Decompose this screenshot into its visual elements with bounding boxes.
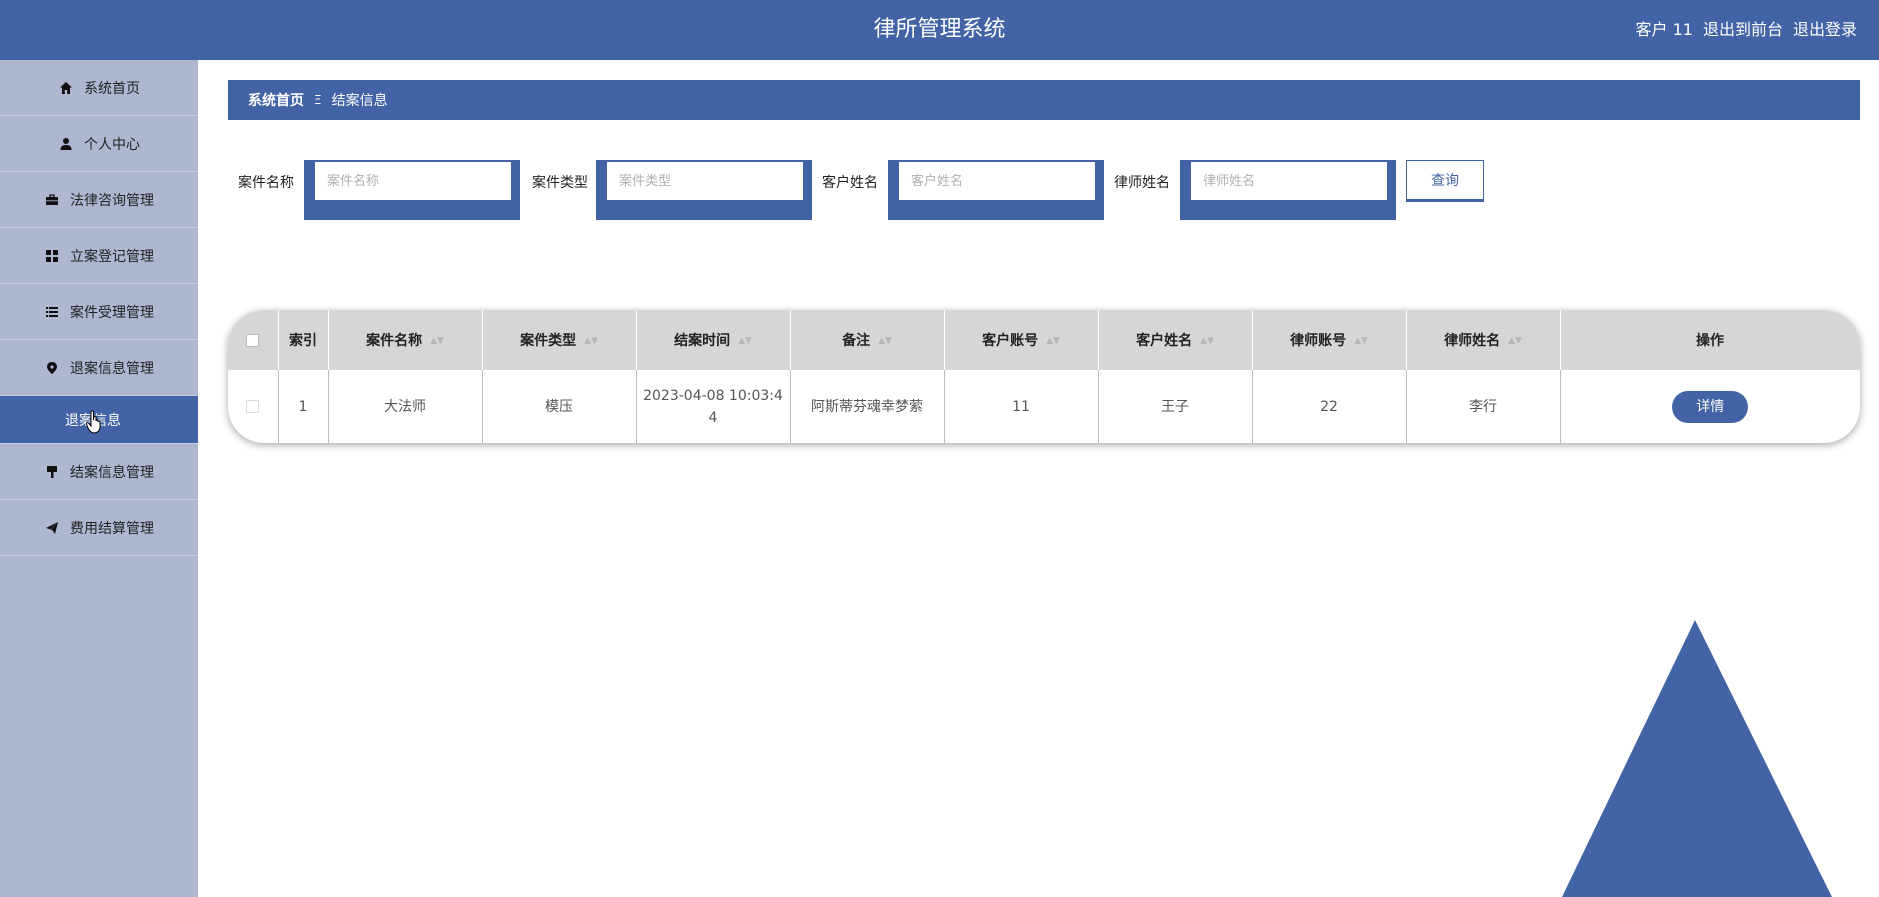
query-button[interactable]: 查询 [1406, 160, 1484, 202]
breadcrumb-separator: Ξ [314, 93, 322, 107]
logout-link[interactable]: 退出登录 [1793, 0, 1857, 60]
briefcase-icon [44, 192, 60, 208]
column-header-case-type[interactable]: 案件类型 ▲▼ [482, 310, 637, 370]
column-header-label: 律师账号 [1290, 333, 1347, 349]
sidebar-item-label: 费用结算管理 [70, 520, 154, 537]
column-header-client-name[interactable]: 客户姓名 ▲▼ [1098, 310, 1253, 370]
column-header-actions: 操作 [1560, 310, 1860, 370]
sidebar-item-legal-consult[interactable]: 法律咨询管理 [0, 172, 198, 228]
table-row: 1 大法师 模压 2023-04-08 10:03:44 阿斯蒂芬魂幸梦萦 11… [228, 370, 1860, 443]
sidebar-item-label: 退案信息管理 [70, 360, 154, 377]
sort-icon: ▲▼ [1046, 336, 1060, 346]
detail-button[interactable]: 详情 [1672, 390, 1749, 423]
search-label-lawyer-name: 律师姓名 [1114, 175, 1170, 191]
cell-lawyer-name: 李行 [1406, 370, 1561, 443]
sidebar-item-fee-settlement[interactable]: 费用结算管理 [0, 500, 198, 556]
sort-icon: ▲▼ [584, 336, 598, 346]
column-header-label: 结案时间 [674, 333, 731, 349]
sidebar-item-withdraw-manage[interactable]: 退案信息管理 [0, 340, 198, 396]
column-header-lawyer-account[interactable]: 律师账号 ▲▼ [1252, 310, 1407, 370]
column-header-remark[interactable]: 备注 ▲▼ [790, 310, 945, 370]
sort-icon: ▲▼ [738, 336, 752, 346]
case-name-input[interactable] [315, 162, 511, 200]
sort-icon: ▲▼ [878, 336, 892, 346]
row-checkbox[interactable] [246, 400, 260, 413]
top-bar: 律所管理系统 客户 11 退出到前台 退出登录 [0, 0, 1879, 60]
sidebar: 系统首页 个人中心 法律咨询管理 立案登记管理 案件受理管理 退案信息管理 退案… [0, 60, 198, 897]
search-label-client-name: 客户姓名 [822, 175, 878, 191]
cell-case-name: 大法师 [328, 370, 483, 443]
search-box [596, 160, 812, 220]
column-header-case-name[interactable]: 案件名称 ▲▼ [328, 310, 483, 370]
data-table: 索引 案件名称 ▲▼ 案件类型 ▲▼ 结案时间 ▲▼ 备注 ▲▼ 客户账号 ▲▼ 客户姓名… [228, 310, 1860, 443]
column-header-client-account[interactable]: 客户账号 ▲▼ [944, 310, 1099, 370]
go-front-link[interactable]: 退出到前台 [1703, 0, 1783, 60]
search-box [304, 160, 520, 220]
sidebar-item-registration[interactable]: 立案登记管理 [0, 228, 198, 284]
cell-case-type: 模压 [482, 370, 637, 443]
app-title: 律所管理系统 [873, 17, 1006, 42]
current-user-label: 客户 11 [1635, 20, 1693, 39]
sidebar-item-home[interactable]: 系统首页 [0, 60, 198, 116]
column-header-label: 案件名称 [366, 333, 423, 349]
breadcrumb-current: 结案信息 [331, 93, 388, 109]
cell-client-account: 11 [944, 370, 1099, 443]
top-bar-actions: 客户 11 退出到前台 退出登录 [1636, 0, 1857, 60]
sidebar-item-personal-center[interactable]: 个人中心 [0, 116, 198, 172]
row-select-cell [228, 370, 279, 443]
sidebar-item-label: 法律咨询管理 [70, 192, 154, 209]
grid-icon [44, 248, 60, 264]
sort-icon: ▲▼ [1200, 336, 1214, 346]
column-header-index: 索引 [278, 310, 329, 370]
cell-close-time: 2023-04-08 10:03:44 [636, 370, 791, 443]
cell-actions: 详情 [1560, 370, 1860, 443]
decorative-triangle [1562, 620, 1832, 897]
sort-icon: ▲▼ [1508, 336, 1522, 346]
table-header-row: 索引 案件名称 ▲▼ 案件类型 ▲▼ 结案时间 ▲▼ 备注 ▲▼ 客户账号 ▲▼ 客户姓名… [228, 310, 1860, 370]
cell-remark: 阿斯蒂芬魂幸梦萦 [790, 370, 945, 443]
sort-icon: ▲▼ [1354, 336, 1368, 346]
hand-cursor-icon [86, 410, 101, 434]
column-header-label: 律师姓名 [1444, 333, 1501, 349]
select-all-cell [228, 310, 279, 370]
breadcrumb: 系统首页 Ξ 结案信息 [228, 80, 1860, 120]
user-icon [58, 136, 74, 152]
column-header-label: 备注 [842, 333, 871, 349]
column-header-lawyer-name[interactable]: 律师姓名 ▲▼ [1406, 310, 1561, 370]
sidebar-item-closing-manage[interactable]: 结案信息管理 [0, 444, 198, 500]
send-icon [44, 520, 60, 536]
search-box [1180, 160, 1396, 220]
client-name-input[interactable] [899, 162, 1095, 200]
breadcrumb-home[interactable]: 系统首页 [248, 90, 304, 110]
case-type-input[interactable] [607, 162, 803, 200]
sidebar-item-label: 个人中心 [84, 136, 140, 153]
sort-icon: ▲▼ [430, 336, 444, 346]
pin-icon [44, 360, 60, 376]
home-icon [58, 80, 74, 96]
cell-client-name: 王子 [1098, 370, 1253, 443]
search-label-case-type: 案件类型 [532, 175, 588, 191]
sidebar-item-label: 案件受理管理 [70, 304, 154, 321]
sidebar-item-label: 立案登记管理 [70, 248, 154, 265]
list-icon [44, 304, 60, 320]
column-header-label: 客户姓名 [1136, 333, 1193, 349]
cell-index: 1 [278, 370, 329, 443]
search-box [888, 160, 1104, 220]
column-header-close-time[interactable]: 结案时间 ▲▼ [636, 310, 791, 370]
column-header-label: 客户账号 [982, 333, 1039, 349]
lawyer-name-input[interactable] [1191, 162, 1387, 200]
search-label-case-name: 案件名称 [238, 175, 294, 191]
stamp-icon [44, 464, 60, 480]
select-all-checkbox[interactable] [246, 333, 260, 347]
sidebar-item-case-accept[interactable]: 案件受理管理 [0, 284, 198, 340]
cell-lawyer-account: 22 [1252, 370, 1407, 443]
sidebar-item-label: 系统首页 [84, 80, 140, 97]
column-header-label: 案件类型 [520, 333, 577, 349]
sidebar-item-label: 结案信息管理 [70, 464, 154, 481]
